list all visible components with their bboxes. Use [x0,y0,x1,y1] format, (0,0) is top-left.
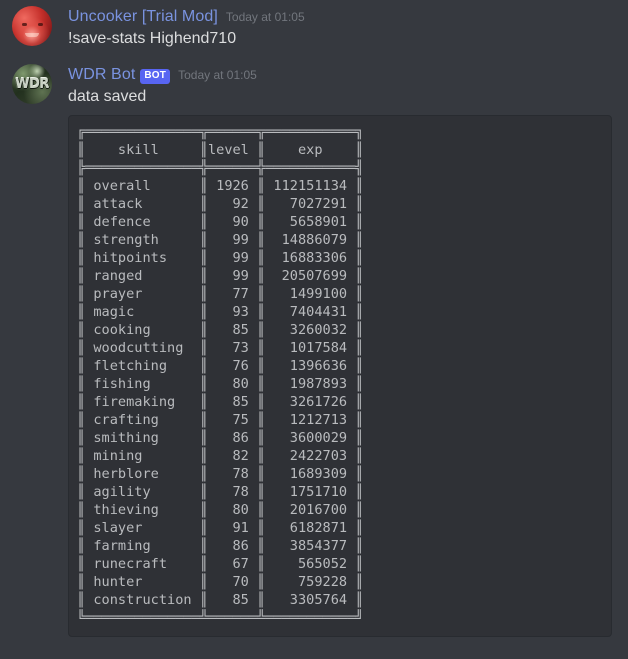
message-user[interactable]: Uncooker [Trial Mod] Today at 01:05 !sav… [0,6,628,50]
code-block: ╔══════════════╦══════╦═══════════╗ ║ sk… [68,115,612,637]
message-content: data saved [68,88,147,105]
message-body: Uncooker [Trial Mod] Today at 01:05 !sav… [68,6,616,50]
message-timestamp: Today at 01:05 [225,10,305,24]
bot-avatar[interactable]: WDR [12,64,52,104]
message-header: Uncooker [Trial Mod] Today at 01:05 [68,7,616,27]
username[interactable]: WDR Bot [68,65,135,85]
message-content: !save-stats Highend710 [68,30,237,47]
bot-badge: BOT [140,69,171,84]
avatar-eyes-detail [22,23,43,26]
message-list: Uncooker [Trial Mod] Today at 01:05 !sav… [0,6,628,637]
bot-avatar-label: WDR [15,76,49,92]
stats-table: ╔══════════════╦══════╦═══════════╗ ║ sk… [77,124,364,626]
message-header: WDR Bot BOT Today at 01:05 [68,65,616,85]
message-bot[interactable]: WDR WDR Bot BOT Today at 01:05 data save… [0,64,628,637]
avatar-mouth-detail [25,33,39,37]
message-body: WDR Bot BOT Today at 01:05 data saved ╔═… [68,64,616,637]
user-avatar[interactable] [12,6,52,46]
username[interactable]: Uncooker [Trial Mod] [68,7,218,27]
message-timestamp: Today at 01:05 [178,68,257,82]
